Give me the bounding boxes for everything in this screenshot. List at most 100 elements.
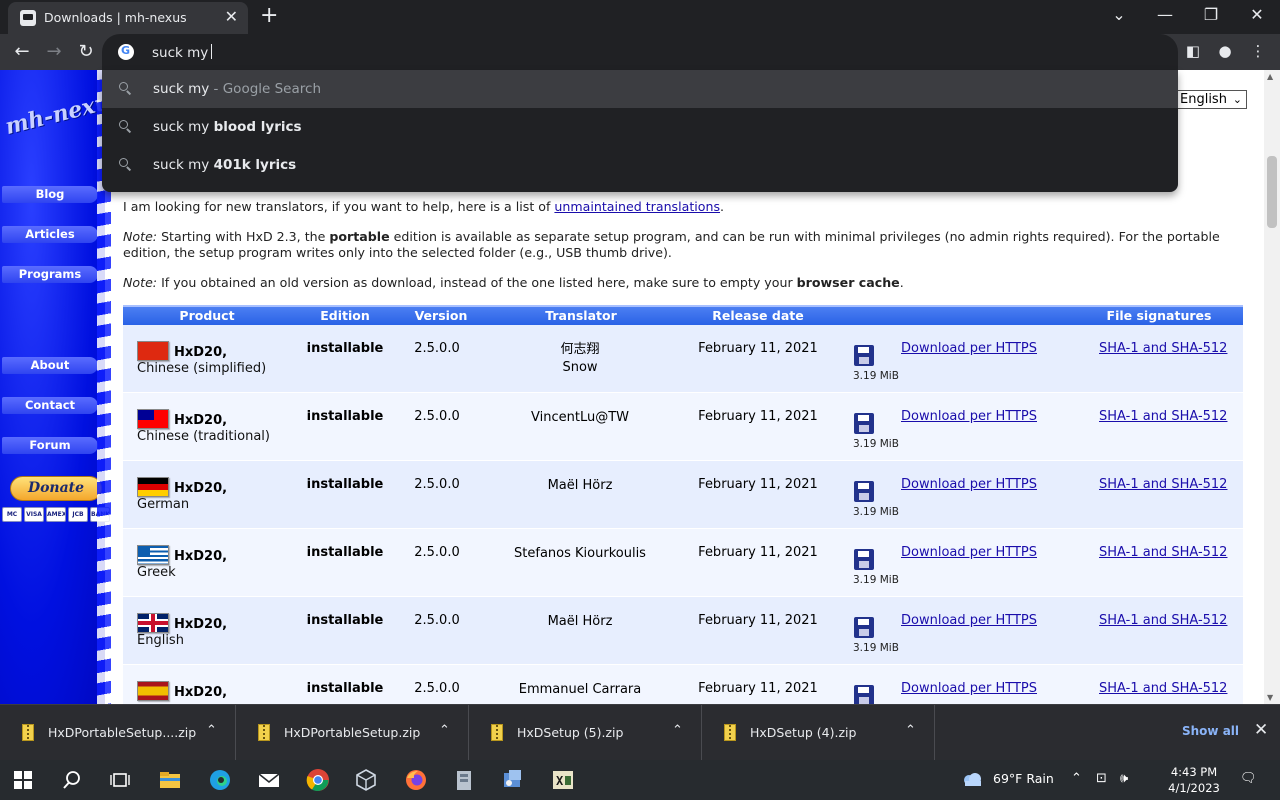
windows-start-icon[interactable] xyxy=(14,771,32,789)
chevron-up-icon[interactable]: ⌃ xyxy=(439,723,450,738)
download-link[interactable]: Download per HTTPS xyxy=(901,409,1037,424)
translator-cell: Stefanos Kiourkoulis xyxy=(514,546,646,561)
zip-file-icon xyxy=(724,724,736,741)
file-size: 3.19 MiB xyxy=(853,574,899,586)
signature-link[interactable]: SHA-1 and SHA-512 xyxy=(1099,545,1227,560)
scroll-up-icon[interactable]: ▲ xyxy=(1267,72,1273,81)
scroll-down-icon[interactable]: ▼ xyxy=(1267,693,1273,702)
reload-button[interactable]: ↻ xyxy=(75,41,97,63)
release-date-cell: February 11, 2021 xyxy=(698,681,818,696)
suggestion-item[interactable]: suck my 401k lyrics xyxy=(102,146,1178,184)
new-tab-button[interactable]: + xyxy=(260,5,278,27)
task-view-icon[interactable] xyxy=(108,768,132,792)
download-link[interactable]: Download per HTTPS xyxy=(901,613,1037,628)
chrome-icon[interactable] xyxy=(306,768,330,792)
show-all-downloads-button[interactable]: Show all xyxy=(1182,724,1239,738)
chevron-up-icon[interactable]: ⌃ xyxy=(672,723,683,738)
tab-title: Downloads | mh-nexus xyxy=(44,10,187,25)
back-button[interactable]: ← xyxy=(11,41,33,63)
signature-link[interactable]: SHA-1 and SHA-512 xyxy=(1099,409,1227,424)
speaker-icon[interactable]: 🕪 xyxy=(1120,771,1128,786)
product-name: HxD20, xyxy=(174,549,228,564)
download-item[interactable]: HxDSetup (4).zip ⌃ xyxy=(702,705,935,761)
product-name: HxD20, xyxy=(174,345,228,360)
firefox-icon[interactable] xyxy=(404,768,428,792)
download-link[interactable]: Download per HTTPS xyxy=(901,545,1037,560)
clock-date: 4/1/2023 xyxy=(1168,781,1220,795)
tab-search-icon[interactable]: ⌄ xyxy=(1104,4,1134,26)
sidebar-item-contact[interactable]: Contact xyxy=(2,397,98,414)
file-explorer-icon[interactable] xyxy=(158,768,182,792)
unmaintained-translations-link[interactable]: unmaintained translations xyxy=(554,199,720,214)
system-clock[interactable]: 4:43 PM 4/1/2023 xyxy=(1167,764,1221,796)
restore-button[interactable]: ❐ xyxy=(1196,4,1226,26)
signature-link[interactable]: SHA-1 and SHA-512 xyxy=(1099,477,1227,492)
sidebar-item-forum[interactable]: Forum xyxy=(2,437,98,454)
close-downloads-bar-icon[interactable]: ✕ xyxy=(1254,720,1268,740)
suggestion-item[interactable]: suck my - Google Search xyxy=(102,70,1178,108)
virtualbox-cube-icon[interactable] xyxy=(354,768,378,792)
product-language: Chinese (traditional) xyxy=(137,429,270,444)
download-link[interactable]: Download per HTTPS xyxy=(901,477,1037,492)
side-panel-icon[interactable]: ◧ xyxy=(1183,42,1203,60)
translator-cell: VincentLu@TW xyxy=(531,410,629,425)
signature-link[interactable]: SHA-1 and SHA-512 xyxy=(1099,613,1227,628)
profile-icon[interactable]: ● xyxy=(1215,42,1235,60)
signature-link[interactable]: SHA-1 and SHA-512 xyxy=(1099,341,1227,356)
spain-flag-icon xyxy=(137,681,169,701)
app-window-icon[interactable] xyxy=(501,768,525,792)
floppy-disk-icon[interactable] xyxy=(854,481,874,502)
sidebar-item-about[interactable]: About xyxy=(2,357,98,374)
notifications-icon[interactable]: 🗨 xyxy=(1240,771,1257,786)
chevron-up-icon[interactable]: ⌃ xyxy=(206,723,217,738)
address-bar[interactable]: suck my xyxy=(102,34,1178,70)
floppy-disk-icon[interactable] xyxy=(854,345,874,366)
tab-close-icon[interactable]: ✕ xyxy=(225,8,238,26)
hxd-editor-icon[interactable]: X xyxy=(551,768,575,792)
chevron-up-icon[interactable]: ⌃ xyxy=(1071,771,1082,786)
download-link[interactable]: Download per HTTPS xyxy=(901,341,1037,356)
download-link[interactable]: Download per HTTPS xyxy=(901,681,1037,696)
sidebar-item-blog[interactable]: Blog xyxy=(2,186,98,203)
forward-button[interactable]: → xyxy=(43,41,65,63)
product-name: HxD20, xyxy=(174,617,228,632)
release-date-cell: February 11, 2021 xyxy=(698,545,818,560)
weather-text[interactable]: 69°F Rain xyxy=(993,771,1054,786)
suggestion-completion: 401k lyrics xyxy=(213,157,297,173)
edition-cell: installable xyxy=(306,613,384,628)
search-icon[interactable] xyxy=(60,768,84,792)
floppy-disk-icon[interactable] xyxy=(854,413,874,434)
network-icon[interactable]: ⊡ xyxy=(1096,771,1107,786)
chrome-menu-icon[interactable]: ⋮ xyxy=(1248,42,1268,60)
zip-file-icon xyxy=(258,724,270,741)
translator-cell: Emmanuel Carrara xyxy=(518,682,642,697)
page-scrollbar[interactable]: ▲ ▼ xyxy=(1264,70,1280,704)
minimize-button[interactable]: — xyxy=(1150,4,1180,26)
translator-cell: 何志翔 Snow xyxy=(560,342,600,375)
language-select[interactable]: English ⌄ xyxy=(1176,90,1247,109)
suggestion-item[interactable]: suck my blood lyrics xyxy=(102,108,1178,146)
edge-icon[interactable] xyxy=(208,768,232,792)
chevron-up-icon[interactable]: ⌃ xyxy=(905,723,916,738)
mail-icon[interactable] xyxy=(257,768,281,792)
signature-link[interactable]: SHA-1 and SHA-512 xyxy=(1099,681,1227,696)
donate-button[interactable]: Donate xyxy=(10,476,102,501)
floppy-disk-icon[interactable] xyxy=(854,685,874,704)
archive-app-icon[interactable] xyxy=(452,768,476,792)
download-item[interactable]: HxDPortableSetup....zip ⌃ xyxy=(0,705,236,761)
sidebar-item-programs[interactable]: Programs xyxy=(2,266,98,283)
sidebar-item-articles[interactable]: Articles xyxy=(2,226,98,243)
version-cell: 2.5.0.0 xyxy=(414,341,460,356)
edition-cell: installable xyxy=(306,681,384,696)
suggestion-hint: - Google Search xyxy=(209,81,321,97)
floppy-disk-icon[interactable] xyxy=(854,617,874,638)
close-window-button[interactable]: ✕ xyxy=(1242,4,1272,26)
download-item[interactable]: HxDPortableSetup.zip ⌃ xyxy=(236,705,469,761)
chevron-down-icon: ⌄ xyxy=(1232,93,1242,106)
floppy-disk-icon[interactable] xyxy=(854,549,874,570)
browser-tab[interactable]: Downloads | mh-nexus ✕ xyxy=(8,2,248,34)
download-item[interactable]: HxDSetup (5).zip ⌃ xyxy=(469,705,702,761)
scroll-thumb[interactable] xyxy=(1267,156,1277,228)
product-language: Chinese (simplified) xyxy=(137,361,267,376)
address-bar-input[interactable]: suck my xyxy=(152,44,213,61)
